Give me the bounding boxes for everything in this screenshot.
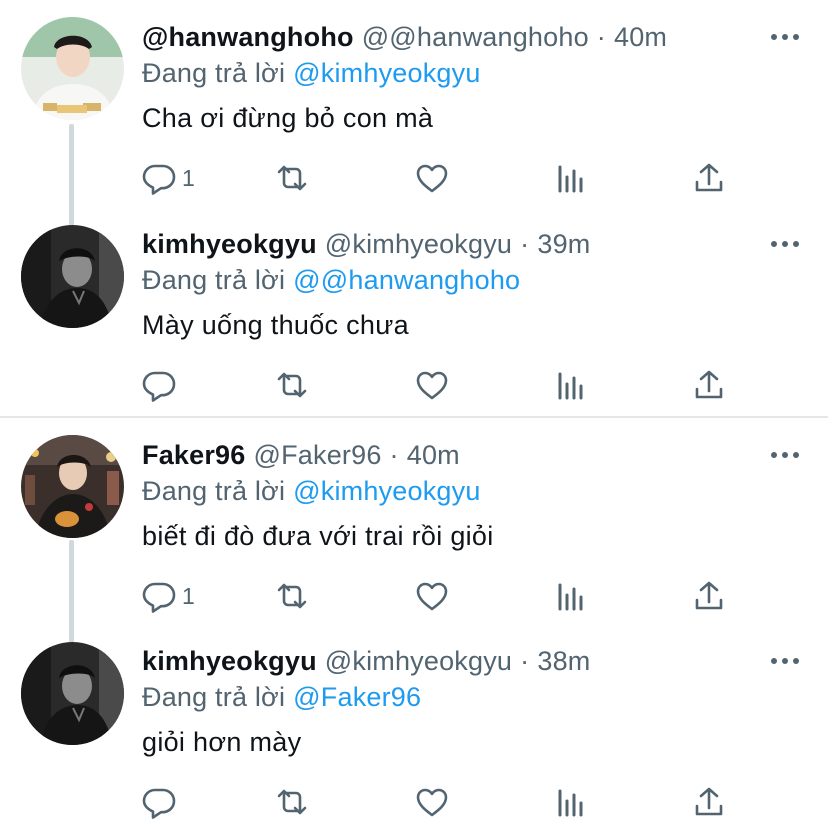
retweet-icon <box>275 785 309 819</box>
timestamp[interactable]: 40m <box>614 22 667 52</box>
retweet-button[interactable] <box>275 784 309 820</box>
reply-thread: Faker96 @Faker96 · 40m Đang trả lời @kimhyeo… <box>0 418 828 831</box>
share-upload-icon <box>692 579 726 613</box>
reply-thread: @hanwanghoho @@hanwanghoho · 40m Đang trả l… <box>0 0 828 416</box>
stats-button[interactable] <box>554 367 588 403</box>
share-button[interactable] <box>692 784 726 820</box>
retweet-icon <box>275 368 309 402</box>
tweet[interactable]: @hanwanghoho @@hanwanghoho · 40m Đang trả l… <box>0 0 828 208</box>
separator-dot: · <box>596 22 606 52</box>
stats-bar-icon <box>554 368 588 402</box>
share-button[interactable] <box>692 160 726 196</box>
more-horizontal-icon[interactable] <box>770 450 800 460</box>
replying-to: Đang trả lời @Faker96 <box>142 680 421 714</box>
retweet-button[interactable] <box>275 578 309 614</box>
tweet-actions: 1 <box>142 578 742 614</box>
tweet-text: Mày uống thuốc chưa <box>142 310 409 340</box>
reply-count: 1 <box>182 164 195 191</box>
display-name[interactable]: Faker96 <box>142 440 245 470</box>
reply-button[interactable]: 1 <box>142 160 195 196</box>
replying-to-prefix: Đang trả lời <box>142 265 286 295</box>
avatar[interactable] <box>21 17 124 120</box>
separator-dot: · <box>520 646 530 676</box>
timestamp[interactable]: 39m <box>537 229 590 259</box>
stats-bar-icon <box>554 579 588 613</box>
heart-icon <box>415 785 449 819</box>
tweet-text: biết đi đò đưa với trai rồi giỏi <box>142 521 494 551</box>
replying-to-prefix: Đang trả lời <box>142 682 286 712</box>
retweet-icon <box>275 161 309 195</box>
replying-to: Đang trả lời @kimhyeokgyu <box>142 56 481 90</box>
user-handle[interactable]: @kimhyeokgyu <box>325 229 512 259</box>
heart-icon <box>415 368 449 402</box>
stats-button[interactable] <box>554 784 588 820</box>
reply-bubble-icon <box>142 161 176 195</box>
replying-to-link[interactable]: @kimhyeokgyu <box>293 476 480 506</box>
retweet-button[interactable] <box>275 367 309 403</box>
share-button[interactable] <box>692 367 726 403</box>
stats-button[interactable] <box>554 578 588 614</box>
like-button[interactable] <box>415 578 449 614</box>
heart-icon <box>415 161 449 195</box>
user-handle[interactable]: @Faker96 <box>253 440 381 470</box>
display-name[interactable]: kimhyeokgyu <box>142 646 317 676</box>
user-handle[interactable]: @@hanwanghoho <box>362 22 589 52</box>
retweet-icon <box>275 579 309 613</box>
more-horizontal-icon[interactable] <box>770 656 800 666</box>
tweet-text: Cha ơi đừng bỏ con mà <box>142 103 434 133</box>
heart-icon <box>415 579 449 613</box>
reply-bubble-icon <box>142 579 176 613</box>
stats-bar-icon <box>554 161 588 195</box>
reply-button[interactable]: 1 <box>142 578 195 614</box>
tweet[interactable]: Faker96 @Faker96 · 40m Đang trả lời @kimhyeo… <box>0 418 828 626</box>
tweet-actions <box>142 367 742 403</box>
reply-count: 1 <box>182 582 195 609</box>
tweet-actions: 1 <box>142 160 742 196</box>
replying-to-link[interactable]: @@hanwanghoho <box>293 265 520 295</box>
reply-button[interactable] <box>142 784 176 820</box>
avatar[interactable] <box>21 435 124 538</box>
tweet-header: @hanwanghoho @@hanwanghoho · 40m <box>142 20 667 54</box>
display-name[interactable]: @hanwanghoho <box>142 22 354 52</box>
timestamp[interactable]: 40m <box>407 440 460 470</box>
replying-to-prefix: Đang trả lời <box>142 58 286 88</box>
share-upload-icon <box>692 785 726 819</box>
replying-to: Đang trả lời @kimhyeokgyu <box>142 474 481 508</box>
more-horizontal-icon[interactable] <box>770 239 800 249</box>
like-button[interactable] <box>415 367 449 403</box>
separator-dot: · <box>520 229 530 259</box>
reply-button[interactable] <box>142 367 176 403</box>
stats-bar-icon <box>554 785 588 819</box>
retweet-button[interactable] <box>275 160 309 196</box>
tweet-header: kimhyeokgyu @kimhyeokgyu · 38m <box>142 644 590 678</box>
share-upload-icon <box>692 161 726 195</box>
display-name[interactable]: kimhyeokgyu <box>142 229 317 259</box>
tweet-actions <box>142 784 742 820</box>
more-horizontal-icon[interactable] <box>770 32 800 42</box>
like-button[interactable] <box>415 160 449 196</box>
replying-to-link[interactable]: @kimhyeokgyu <box>293 58 480 88</box>
replying-to-link[interactable]: @Faker96 <box>293 682 421 712</box>
tweet-header: Faker96 @Faker96 · 40m <box>142 438 460 472</box>
timestamp[interactable]: 38m <box>537 646 590 676</box>
tweet[interactable]: kimhyeokgyu @kimhyeokgyu · 39m Đang trả lời… <box>0 207 828 415</box>
stats-button[interactable] <box>554 160 588 196</box>
share-button[interactable] <box>692 578 726 614</box>
reply-bubble-icon <box>142 368 176 402</box>
reply-bubble-icon <box>142 785 176 819</box>
tweet[interactable]: kimhyeokgyu @kimhyeokgyu · 38m Đang trả lời… <box>0 624 828 832</box>
replying-to: Đang trả lời @@hanwanghoho <box>142 263 520 297</box>
tweet-text: giỏi hơn mày <box>142 727 302 757</box>
replying-to-prefix: Đang trả lời <box>142 476 286 506</box>
like-button[interactable] <box>415 784 449 820</box>
user-handle[interactable]: @kimhyeokgyu <box>325 646 512 676</box>
tweet-header: kimhyeokgyu @kimhyeokgyu · 39m <box>142 227 590 261</box>
avatar[interactable] <box>21 225 124 328</box>
share-upload-icon <box>692 368 726 402</box>
separator-dot: · <box>389 440 399 470</box>
avatar[interactable] <box>21 642 124 745</box>
